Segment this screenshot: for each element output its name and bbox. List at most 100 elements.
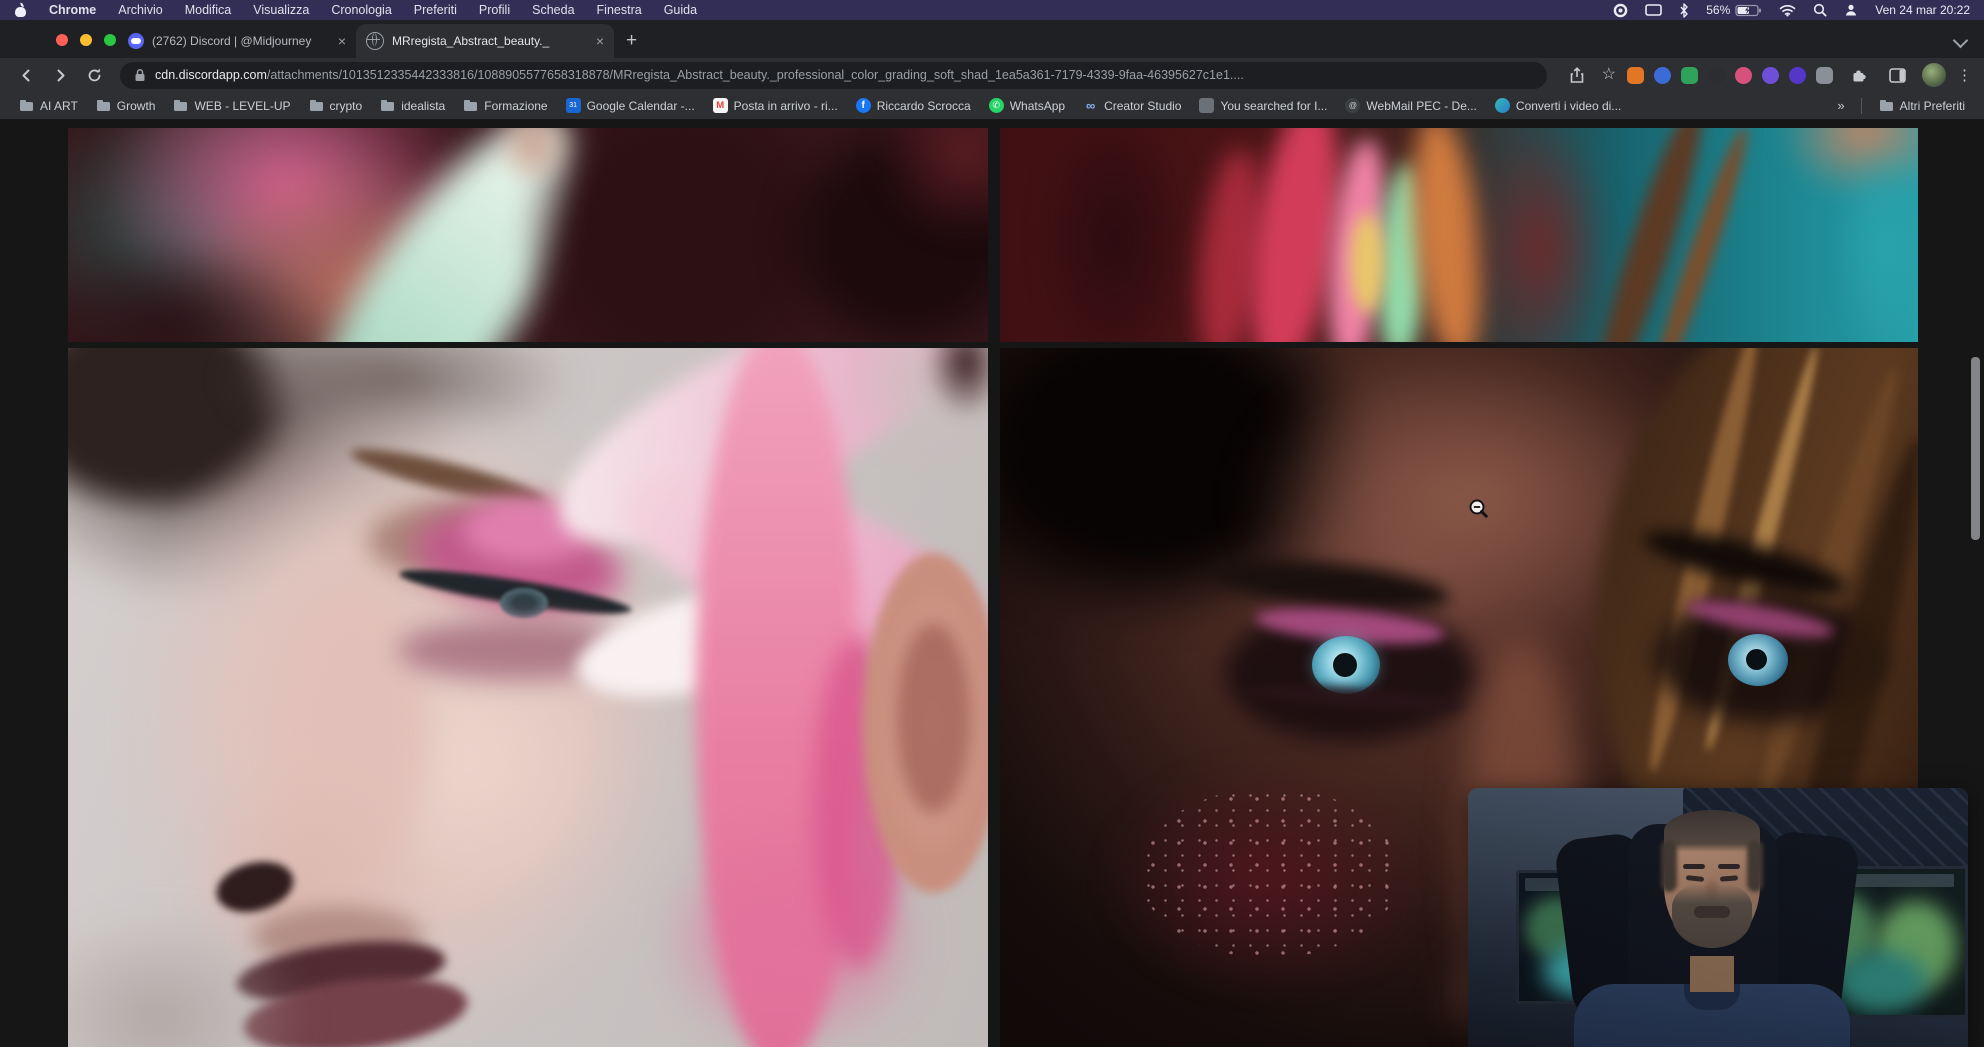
webmail-icon (1345, 98, 1360, 113)
bookmark-web-level-up[interactable]: WEB - LEVEL-UP (164, 95, 299, 116)
bookmark-you-searched-for-i[interactable]: You searched for I... (1190, 95, 1336, 116)
bookmarks-overflow-chevron[interactable]: » (1829, 98, 1852, 113)
folder-icon (19, 98, 34, 113)
forward-button[interactable] (46, 61, 74, 89)
menu-item-profili[interactable]: Profili (479, 3, 510, 17)
bookmark-label: WEB - LEVEL-UP (194, 99, 290, 113)
chevron-down-icon[interactable] (1953, 33, 1969, 49)
scrollbar-thumb[interactable] (1971, 357, 1980, 540)
folder-icon (96, 98, 111, 113)
webcam-overlay (1468, 788, 1968, 1047)
bookmark-riccardo-scrocca[interactable]: Riccardo Scrocca (847, 95, 980, 116)
bookmark-formazione[interactable]: Formazione (454, 95, 556, 116)
url-text: cdn.discordapp.com/attachments/101351233… (155, 68, 1244, 82)
window-controls (56, 34, 116, 46)
close-window-button[interactable] (56, 34, 68, 46)
menu-item-archivio[interactable]: Archivio (118, 3, 162, 17)
screen-record-icon[interactable] (1613, 3, 1628, 18)
close-tab-icon[interactable]: × (338, 34, 346, 48)
reload-button[interactable] (80, 61, 108, 89)
image-grid-bottom-left-portrait[interactable] (68, 348, 988, 1047)
decor-blob (1350, 213, 1384, 313)
menu-item-guida[interactable]: Guida (664, 3, 697, 17)
blue-wallet-extension-icon[interactable] (1654, 67, 1671, 84)
dark-circle-extension-icon[interactable] (1708, 67, 1725, 84)
folder-icon (463, 98, 478, 113)
bookmark-creator-studio[interactable]: Creator Studio (1074, 95, 1190, 116)
url-path: /attachments/1013512335442333816/1088905… (267, 68, 1244, 82)
bookmark-webmail-pec-de[interactable]: WebMail PEC - De... (1336, 95, 1485, 116)
discord-favicon (128, 33, 144, 49)
bookmark-ai-art[interactable]: AI ART (10, 95, 87, 116)
gmail-icon (713, 98, 728, 113)
profile-avatar[interactable] (1922, 63, 1946, 87)
menu-item-chrome[interactable]: Chrome (49, 3, 96, 17)
folder-icon (173, 98, 188, 113)
bookmark-items: AI ARTGrowth WEB - LEVEL-UP cryptoidealist… (10, 95, 1630, 116)
battery-status[interactable]: 56% (1706, 3, 1762, 17)
image-grid-top-left[interactable] (68, 128, 988, 342)
share-icon[interactable] (1563, 61, 1591, 89)
side-panel-icon[interactable] (1883, 61, 1911, 89)
menu-item-finestra[interactable]: Finestra (597, 3, 642, 17)
bookmark-label: Riccardo Scrocca (877, 99, 971, 113)
extension-icons (1627, 67, 1833, 84)
menu-kebab-icon[interactable]: ⋮ (1957, 66, 1972, 84)
extensions-puzzle-icon[interactable] (1844, 61, 1872, 89)
chrome-tab-strip: (2762) Discord | @Midjourney × MRregista… (0, 20, 1984, 58)
decor-blob (1470, 128, 1610, 342)
decor-blob (1140, 788, 1400, 958)
decor-blob (1040, 128, 1190, 342)
menu-item-cronologia[interactable]: Cronologia (331, 3, 391, 17)
close-tab-icon[interactable]: × (596, 34, 604, 48)
menu-item-visualizza[interactable]: Visualizza (253, 3, 309, 17)
menu-item-modifica[interactable]: Modifica (185, 3, 232, 17)
menu-status-group: 56% Ven 24 mar 20:22 (1613, 3, 1984, 18)
minimize-window-button[interactable] (80, 34, 92, 46)
green-n-extension-icon[interactable] (1681, 67, 1698, 84)
bookmark-label: WebMail PEC - De... (1366, 99, 1476, 113)
folder-icon (380, 98, 395, 113)
purple-circle-extension-icon[interactable] (1762, 67, 1779, 84)
battery-percent: 56% (1706, 3, 1730, 17)
violet-extension-icon[interactable] (1789, 67, 1806, 84)
back-button[interactable] (12, 61, 40, 89)
tab-discord[interactable]: (2762) Discord | @Midjourney × (118, 24, 356, 58)
bookmark-posta-in-arrivo-ri[interactable]: Posta in arrivo - ri... (704, 95, 847, 116)
bluetooth-icon[interactable] (1679, 3, 1689, 18)
menu-item-scheda[interactable]: Scheda (532, 3, 574, 17)
bookmark-converti-i-video-di[interactable]: Converti i video di... (1486, 95, 1630, 116)
other-bookmarks-folder[interactable]: Altri Preferiti (1870, 95, 1974, 116)
fast-user-switch-icon[interactable] (1844, 3, 1858, 17)
pink-key-extension-icon[interactable] (1735, 67, 1752, 84)
orange-fox-extension-icon[interactable] (1627, 67, 1644, 84)
zoom-window-button[interactable] (104, 34, 116, 46)
gcal-icon (566, 98, 581, 113)
apple-menu-icon[interactable] (14, 4, 27, 17)
image-grid-top-right[interactable] (1000, 128, 1918, 342)
menu-item-preferiti[interactable]: Preferiti (414, 3, 457, 17)
site-lock-icon[interactable] (134, 68, 146, 82)
menu-left-group: Chrome Archivio Modifica Visualizza Cronolog… (0, 3, 697, 17)
gray-grid-extension-icon[interactable] (1816, 67, 1833, 84)
bookmark-idealista[interactable]: idealista (371, 95, 454, 116)
bookmark-star-icon[interactable]: ☆ (1602, 67, 1616, 83)
menu-clock[interactable]: Ven 24 mar 20:22 (1875, 3, 1970, 17)
page-icon (1199, 98, 1214, 113)
display-mirror-icon[interactable] (1645, 4, 1662, 17)
other-bookmarks-label: Altri Preferiti (1900, 99, 1965, 113)
wifi-icon[interactable] (1779, 4, 1796, 17)
bookmark-growth[interactable]: Growth (87, 95, 165, 116)
bookmarks-bar: AI ARTGrowth WEB - LEVEL-UP cryptoidealist… (0, 92, 1984, 120)
convert-icon (1495, 98, 1510, 113)
bookmark-google-calendar[interactable]: Google Calendar -... (557, 95, 704, 116)
bookmark-whatsapp[interactable]: WhatsApp (980, 95, 1074, 116)
spotlight-search-icon[interactable] (1813, 3, 1827, 17)
bookmark-label: WhatsApp (1010, 99, 1065, 113)
bookmark-crypto[interactable]: crypto (300, 95, 372, 116)
battery-icon (1735, 4, 1762, 17)
omnibox[interactable]: cdn.discordapp.com/attachments/101351233… (120, 62, 1547, 89)
decor-blob (500, 588, 548, 618)
new-tab-button[interactable]: + (614, 24, 649, 58)
tab-image-attachment[interactable]: MRregista_Abstract_beauty._ × (356, 24, 614, 58)
